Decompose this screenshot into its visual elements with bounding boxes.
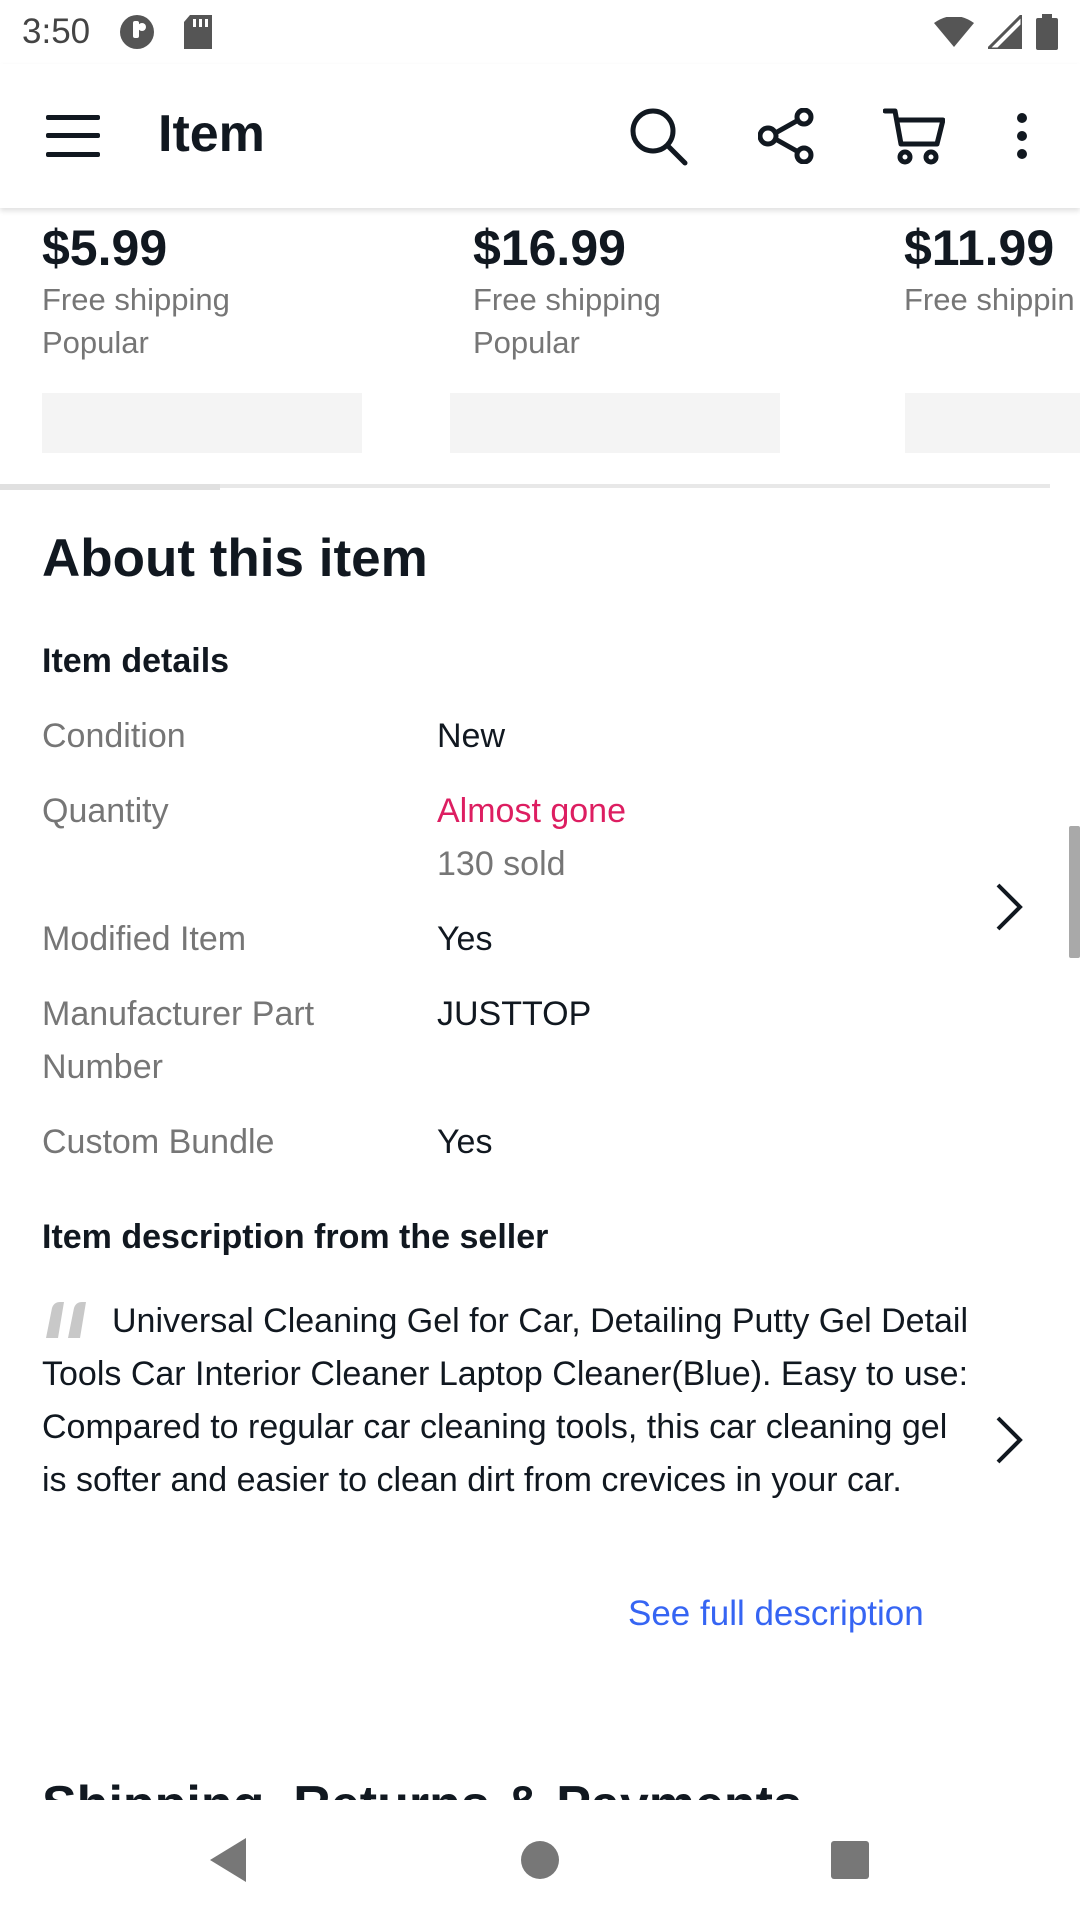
card-image-placeholder	[42, 393, 362, 453]
chevron-right-icon	[996, 1416, 1023, 1464]
card-tag: Popular	[42, 325, 149, 360]
carousel-scroll-indicator	[0, 484, 220, 490]
spec-label: Quantity	[42, 792, 169, 830]
cart-button[interactable]	[882, 104, 946, 168]
card-tag: Popular	[473, 325, 580, 360]
battery-icon	[1036, 14, 1058, 50]
sold-count: 130 sold	[437, 845, 566, 883]
card-price: $16.99	[473, 220, 626, 276]
sync-icon	[118, 13, 156, 51]
spec-value: Yes	[437, 920, 493, 958]
system-nav-bar	[0, 1800, 1080, 1920]
item-details-chevron-button[interactable]	[988, 877, 1028, 937]
spec-label: Modified Item	[42, 920, 247, 958]
card-shipping: Free shipping	[42, 282, 230, 317]
search-icon	[630, 108, 688, 166]
share-icon	[758, 108, 814, 164]
spec-value: Almost gone 130 sold	[437, 785, 957, 891]
section-title: About this item	[42, 529, 428, 588]
more-icon	[1017, 113, 1027, 159]
back-triangle-icon	[210, 1838, 246, 1882]
cart-icon	[883, 108, 945, 165]
search-button[interactable]	[626, 104, 690, 168]
menu-icon	[46, 115, 100, 157]
spec-label: Condition	[42, 717, 186, 755]
spec-row-quantity: Quantity Almost gone 130 sold	[42, 785, 1002, 895]
recents-button[interactable]	[818, 1828, 882, 1892]
wifi-icon	[934, 17, 974, 47]
carousel-card[interactable]: $5.99 Free shipping Popular	[42, 218, 402, 364]
spec-value: Yes	[437, 1123, 493, 1161]
card-price: $5.99	[42, 220, 168, 276]
screen: 3:50 Item $5.99 Free shipping Popular $1…	[0, 0, 1080, 1920]
card-image-placeholder	[450, 393, 780, 453]
description-body: Universal Cleaning Gel for Car, Detailin…	[42, 1302, 969, 1499]
more-options-button[interactable]	[1000, 104, 1044, 168]
spec-label: Manufacturer Part Number	[42, 995, 315, 1086]
sd-card-icon	[184, 15, 213, 49]
card-image-placeholder	[905, 393, 1080, 453]
spec-row-bundle: Custom Bundle Yes	[42, 1116, 1002, 1176]
home-circle-icon	[521, 1841, 559, 1879]
card-shipping: Free shipping	[473, 282, 661, 317]
description-chevron-button[interactable]	[988, 1410, 1028, 1470]
app-bar: Item	[0, 64, 1080, 208]
spec-row-mpn: Manufacturer Part Number JUSTTOP	[42, 988, 1002, 1098]
back-button[interactable]	[196, 1828, 260, 1892]
carousel-card[interactable]: $11.99 Free shippin	[904, 218, 1080, 321]
spec-row-condition: Condition New	[42, 710, 1002, 770]
spec-value: JUSTTOP	[437, 995, 592, 1033]
stock-status: Almost gone	[437, 792, 626, 830]
spec-row-modified: Modified Item Yes	[42, 913, 1002, 973]
status-bar: 3:50	[0, 0, 1080, 64]
description-text: Universal Cleaning Gel for Car, Detailin…	[42, 1295, 972, 1507]
description-heading: Item description from the seller	[42, 1218, 549, 1256]
scrollbar[interactable]	[1069, 826, 1080, 958]
spec-value: New	[437, 717, 506, 755]
card-shipping: Free shippin	[904, 282, 1075, 317]
similar-items-carousel[interactable]: $5.99 Free shipping Popular $16.99 Free …	[0, 208, 1080, 498]
clock: 3:50	[22, 12, 91, 51]
signal-icon	[988, 15, 1022, 49]
carousel-card[interactable]: $16.99 Free shipping Popular	[473, 218, 833, 364]
item-details-heading: Item details	[42, 642, 230, 680]
see-full-description-link[interactable]: See full description	[628, 1594, 924, 1634]
quote-icon	[46, 1302, 86, 1338]
recents-square-icon	[831, 1841, 869, 1879]
page-title: Item	[158, 105, 265, 163]
menu-button[interactable]	[46, 109, 100, 163]
share-button[interactable]	[754, 104, 818, 168]
card-price: $11.99	[904, 220, 1055, 276]
home-button[interactable]	[508, 1828, 572, 1892]
spec-label: Custom Bundle	[42, 1123, 275, 1161]
chevron-right-icon	[996, 883, 1023, 931]
